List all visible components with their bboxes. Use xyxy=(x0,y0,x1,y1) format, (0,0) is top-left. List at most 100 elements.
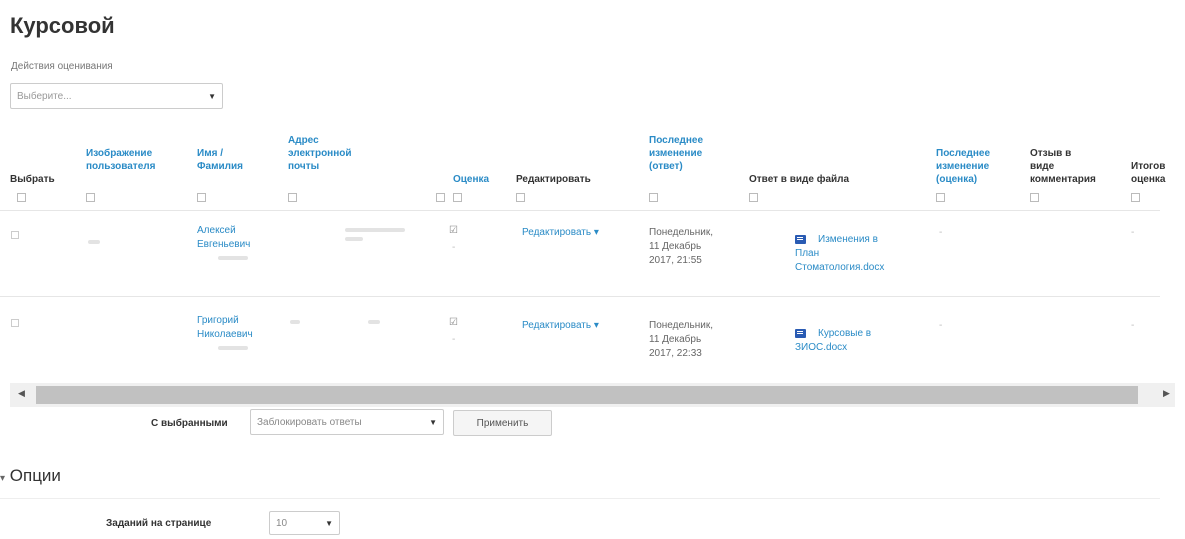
column-header-feedback-comments: Отзыв в виде комментария xyxy=(1030,147,1096,186)
column-header-select: Выбрать xyxy=(10,174,55,185)
edit-menu-link[interactable]: Редактировать ▾ xyxy=(522,226,599,240)
chevron-down-icon: ▼ xyxy=(429,417,437,427)
column-header-email-line-1: Адрес xyxy=(288,135,319,146)
options-divider xyxy=(0,498,1160,499)
column-header-picture-line-2: пользователя xyxy=(86,161,156,172)
scroll-right-icon[interactable]: ▶ xyxy=(1163,388,1170,399)
file-submission-link[interactable]: Курсовые в xyxy=(818,327,871,341)
column-header-last-modified-submission-line-2: изменение xyxy=(649,148,703,159)
column-header-feedback-line-2: виде xyxy=(1030,161,1055,172)
redacted-text xyxy=(218,346,248,350)
with-selected-label: С выбранными xyxy=(151,418,228,429)
column-header-last-modified-submission[interactable]: Последнее изменение (ответ) xyxy=(649,134,703,173)
collapse-icon[interactable] xyxy=(436,193,445,202)
user-name-link[interactable]: Григорий Николаевич xyxy=(197,314,253,342)
grading-actions-select[interactable]: Выберите... ▼ xyxy=(10,83,223,109)
column-header-edit: Редактировать xyxy=(516,174,591,185)
last-modified-grade: - xyxy=(939,227,943,238)
column-header-grade[interactable]: Оценка xyxy=(453,173,489,186)
last-modified-submission: Понедельник, 11 Декабрь 2017, 22:33 xyxy=(649,319,713,361)
file-submission-link[interactable]: ЗИОС.docx xyxy=(795,341,847,355)
collapse-icon[interactable] xyxy=(86,193,95,202)
chevron-down-icon: ▼ xyxy=(325,518,333,528)
column-header-feedback-line-1: Отзыв в xyxy=(1030,148,1072,159)
row-select-checkbox[interactable] xyxy=(11,231,19,239)
column-header-feedback-line-3: комментария xyxy=(1030,174,1096,185)
last-modified-time: 2017, 22:33 xyxy=(649,348,702,359)
table-divider xyxy=(0,210,1160,211)
column-header-name-line-2: Фамилия xyxy=(197,161,243,172)
file-name-line-1: Курсовые в xyxy=(818,328,872,339)
redacted-text xyxy=(218,256,248,260)
redacted-email xyxy=(368,320,380,324)
per-page-label: Заданий на странице xyxy=(106,518,212,529)
collapse-icon[interactable] xyxy=(453,193,462,202)
column-header-email[interactable]: Адрес электронной почты xyxy=(288,134,352,173)
column-header-last-modified-grade[interactable]: Последнее изменение (оценка) xyxy=(936,147,990,186)
column-header-final-grade-line-2: оценка xyxy=(1131,174,1166,185)
bulk-action-value: Заблокировать ответы xyxy=(257,416,362,428)
last-modified-weekday: Понедельник, xyxy=(649,320,713,331)
collapse-icon[interactable] xyxy=(749,193,758,202)
collapse-icon[interactable] xyxy=(1131,193,1140,202)
file-name-line-3: Стоматология.docx xyxy=(795,262,885,273)
file-submission-link[interactable]: План Стоматология.docx xyxy=(795,247,884,275)
collapse-icon[interactable] xyxy=(516,193,525,202)
column-header-file-submissions: Ответ в виде файла xyxy=(749,174,850,185)
collapse-icon[interactable] xyxy=(936,193,945,202)
user-first-name: Григорий xyxy=(197,315,239,326)
column-header-picture-line-1: Изображение xyxy=(86,148,153,159)
edit-menu-link[interactable]: Редактировать ▾ xyxy=(522,319,599,333)
options-section-toggle[interactable]: ▾ Опции xyxy=(0,466,61,486)
caret-down-icon: ▾ xyxy=(0,473,6,484)
user-patronymic: Николаевич xyxy=(197,329,253,340)
per-page-value: 10 xyxy=(276,517,288,529)
apply-button[interactable]: Применить xyxy=(453,410,552,436)
grade-value: - xyxy=(452,334,456,345)
column-header-picture[interactable]: Изображение пользователя xyxy=(86,147,155,173)
row-select-checkbox[interactable] xyxy=(11,319,19,327)
user-first-name: Алексей xyxy=(197,225,236,236)
grade-icon[interactable]: ☑ xyxy=(449,318,459,328)
collapse-icon[interactable] xyxy=(197,193,206,202)
grade-icon[interactable]: ☑ xyxy=(449,226,459,236)
grade-value: - xyxy=(452,242,456,253)
file-submission-link[interactable]: Изменения в xyxy=(818,233,878,247)
scroll-left-icon[interactable]: ◀ xyxy=(18,388,25,399)
collapse-icon[interactable] xyxy=(649,193,658,202)
user-name-link[interactable]: Алексей Евгеньевич xyxy=(197,224,250,252)
table-divider xyxy=(0,296,1160,297)
redacted-email xyxy=(290,320,300,324)
grading-actions-placeholder: Выберите... xyxy=(17,90,72,102)
scrollbar-thumb[interactable] xyxy=(36,386,1138,404)
column-header-last-modified-submission-line-3: (ответ) xyxy=(649,161,683,172)
column-header-name-line-1: Имя / xyxy=(197,148,223,159)
final-grade: - xyxy=(1131,320,1135,331)
column-header-email-line-2: электронной xyxy=(288,148,352,159)
last-modified-grade: - xyxy=(939,320,943,331)
file-name-line-2: ЗИОС.docx xyxy=(795,342,848,353)
per-page-select[interactable]: 10 ▼ xyxy=(269,511,340,535)
column-header-final-grade: Итогов оценка xyxy=(1131,160,1165,186)
collapse-icon[interactable] xyxy=(17,193,26,202)
bulk-action-select[interactable]: Заблокировать ответы ▼ xyxy=(250,409,444,435)
user-picture xyxy=(88,240,100,244)
last-modified-time: 2017, 21:55 xyxy=(649,255,702,266)
last-modified-date: 11 Декабрь xyxy=(649,241,702,252)
page-title: Курсовой xyxy=(10,13,115,38)
column-header-last-modified-grade-line-3: (оценка) xyxy=(936,174,978,185)
options-heading: Опции xyxy=(9,466,61,485)
word-document-icon xyxy=(795,235,806,244)
user-patronymic: Евгеньевич xyxy=(197,239,251,250)
collapse-icon[interactable] xyxy=(288,193,297,202)
final-grade: - xyxy=(1131,227,1135,238)
column-header-last-modified-grade-line-2: изменение xyxy=(936,161,990,172)
last-modified-date: 11 Декабрь xyxy=(649,334,702,345)
column-header-last-modified-grade-line-1: Последнее xyxy=(936,148,991,159)
column-header-name[interactable]: Имя / Фамилия xyxy=(197,147,243,173)
collapse-icon[interactable] xyxy=(1030,193,1039,202)
redacted-email xyxy=(345,237,363,241)
file-name-line-2: План xyxy=(795,248,820,259)
column-header-final-grade-line-1: Итогов xyxy=(1131,161,1166,172)
last-modified-weekday: Понедельник, xyxy=(649,227,713,238)
